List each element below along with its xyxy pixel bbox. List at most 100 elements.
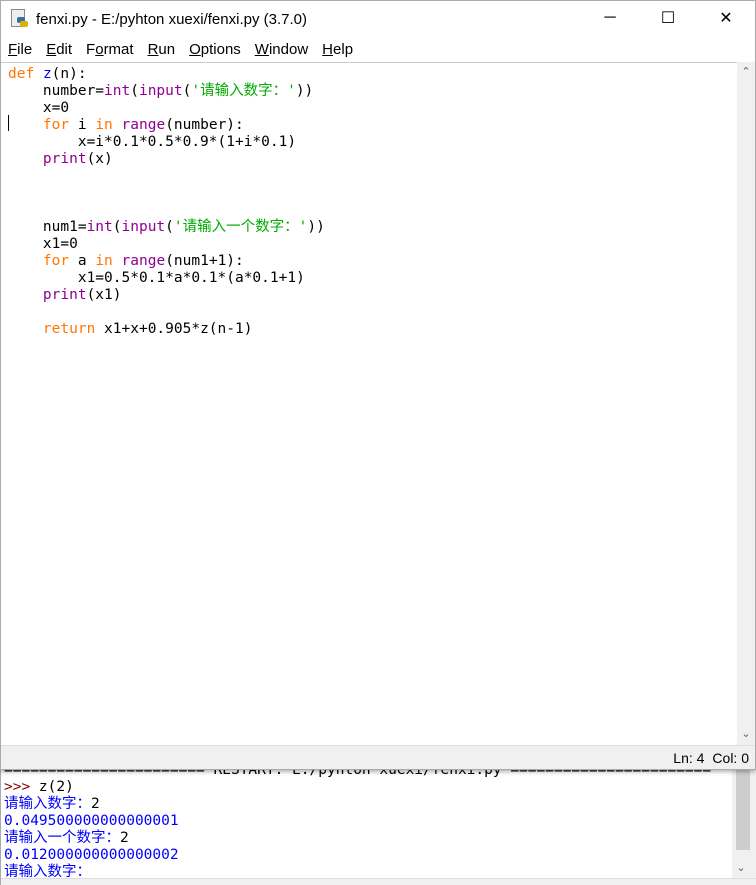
token: 请输入一个数字：: [4, 830, 120, 846]
token: >>>: [4, 779, 39, 795]
token: '请输入一个数字：': [173, 219, 308, 235]
shell-statusbar: [1, 878, 756, 885]
code-line: number=int(input('请输入数字：')): [8, 83, 738, 100]
token: x1+x+0.905*z(n-1): [95, 321, 253, 337]
shell-line: 请输入一个数字：2: [4, 830, 711, 847]
token: def: [8, 66, 35, 82]
token: )): [295, 83, 314, 99]
code-line: print(x1): [8, 287, 738, 304]
token: for: [42, 253, 70, 269]
token: (n):: [51, 66, 87, 82]
token: (: [165, 219, 174, 235]
code-line: for i in range(number):: [8, 117, 738, 134]
title-bar: fenxi.py - E:/pyhton xuexi/fenxi.py (3.7…: [1, 1, 755, 37]
token: (x): [86, 151, 113, 167]
status-bar: Ln: 4 Col: 0: [1, 745, 755, 769]
menu-item[interactable]: File: [8, 41, 32, 58]
token: 0.049500000000000001: [4, 813, 179, 829]
code-line: return x1+x+0.905*z(n-1): [8, 321, 738, 338]
shell-line: >>> z(2): [4, 779, 711, 796]
token: int: [86, 219, 113, 235]
window-title: fenxi.py - E:/pyhton xuexi/fenxi.py (3.7…: [36, 10, 307, 28]
shell-window: ======================= RESTART: E:/pyht…: [0, 760, 756, 885]
token: )): [307, 219, 325, 235]
code-line: x1=0.5*0.1*a*0.1*(a*0.1+1): [8, 270, 738, 287]
line-number: Ln: 4: [673, 749, 705, 766]
code-line: x=0: [8, 100, 738, 117]
shell-output[interactable]: ======================= RESTART: E:/pyht…: [4, 762, 711, 881]
scroll-down-icon[interactable]: ⌄: [732, 860, 750, 877]
code-line: x=i*0.1*0.5*0.9*(1+i*0.1): [8, 134, 738, 151]
token: i: [69, 117, 96, 133]
shell-line: 0.049500000000000001: [4, 813, 711, 830]
menu-item[interactable]: Edit: [46, 41, 72, 58]
close-button[interactable]: ✕: [697, 1, 755, 35]
token: a: [69, 253, 96, 269]
column-number: Col: 0: [712, 749, 749, 766]
token: x=i*0.1*0.5*0.9*(1+i*0.1): [8, 134, 297, 150]
token: num1=: [8, 219, 87, 235]
code-line: num1=int(input('请输入一个数字：')): [8, 219, 738, 236]
menu-item[interactable]: Run: [148, 41, 176, 58]
token: (: [130, 83, 139, 99]
token: for: [42, 117, 70, 133]
text-cursor: [8, 115, 9, 131]
shell-scrollbar[interactable]: ⌄: [732, 760, 756, 878]
menu-item[interactable]: Window: [255, 41, 308, 58]
editor-window: fenxi.py - E:/pyhton xuexi/fenxi.py (3.7…: [0, 0, 756, 770]
shell-scroll-thumb[interactable]: [736, 760, 750, 850]
token: 请输入数字：: [4, 796, 91, 812]
token: number=: [8, 83, 105, 99]
token: in: [95, 117, 113, 133]
shell-line: 请输入数字：2: [4, 796, 711, 813]
token: z: [42, 66, 52, 82]
token: print: [42, 151, 87, 167]
token: (num1+1):: [165, 253, 244, 269]
token: print: [42, 287, 87, 303]
minimize-button[interactable]: ─: [581, 1, 639, 35]
editor-scrollbar[interactable]: ⌃ ⌄: [737, 62, 755, 745]
scroll-down-icon[interactable]: ⌄: [737, 726, 755, 743]
token: (number):: [165, 117, 244, 133]
token: x=0: [8, 100, 70, 116]
code-line: def z(n):: [8, 66, 738, 83]
code-line: print(x): [8, 151, 738, 168]
token: input: [138, 83, 183, 99]
menu-item[interactable]: Help: [322, 41, 353, 58]
code-line: for a in range(num1+1):: [8, 253, 738, 270]
maximize-button[interactable]: ☐: [639, 1, 697, 35]
token: 0.012000000000000002: [4, 847, 179, 863]
menu-item[interactable]: Format: [86, 41, 134, 58]
shell-line: 0.012000000000000002: [4, 847, 711, 864]
token: '请输入数字：': [191, 83, 296, 99]
token: (x1): [86, 287, 122, 303]
token: 2: [120, 830, 129, 846]
token: 2: [91, 796, 100, 812]
token: range: [121, 253, 166, 269]
token: z(2): [38, 779, 74, 795]
token: range: [121, 117, 166, 133]
token: return: [42, 321, 96, 337]
token: in: [95, 253, 113, 269]
code-editor[interactable]: def z(n): number=int(input('请输入数字：')) x=…: [1, 62, 738, 745]
python-file-icon: [11, 9, 29, 29]
token: x1=0: [8, 236, 78, 252]
menu-bar: File Edit Format Run Options Window Help: [1, 37, 755, 61]
token: (: [112, 219, 122, 235]
menu-item[interactable]: Options: [189, 41, 241, 58]
token: input: [121, 219, 166, 235]
scroll-up-icon[interactable]: ⌃: [737, 64, 755, 81]
token: int: [104, 83, 131, 99]
